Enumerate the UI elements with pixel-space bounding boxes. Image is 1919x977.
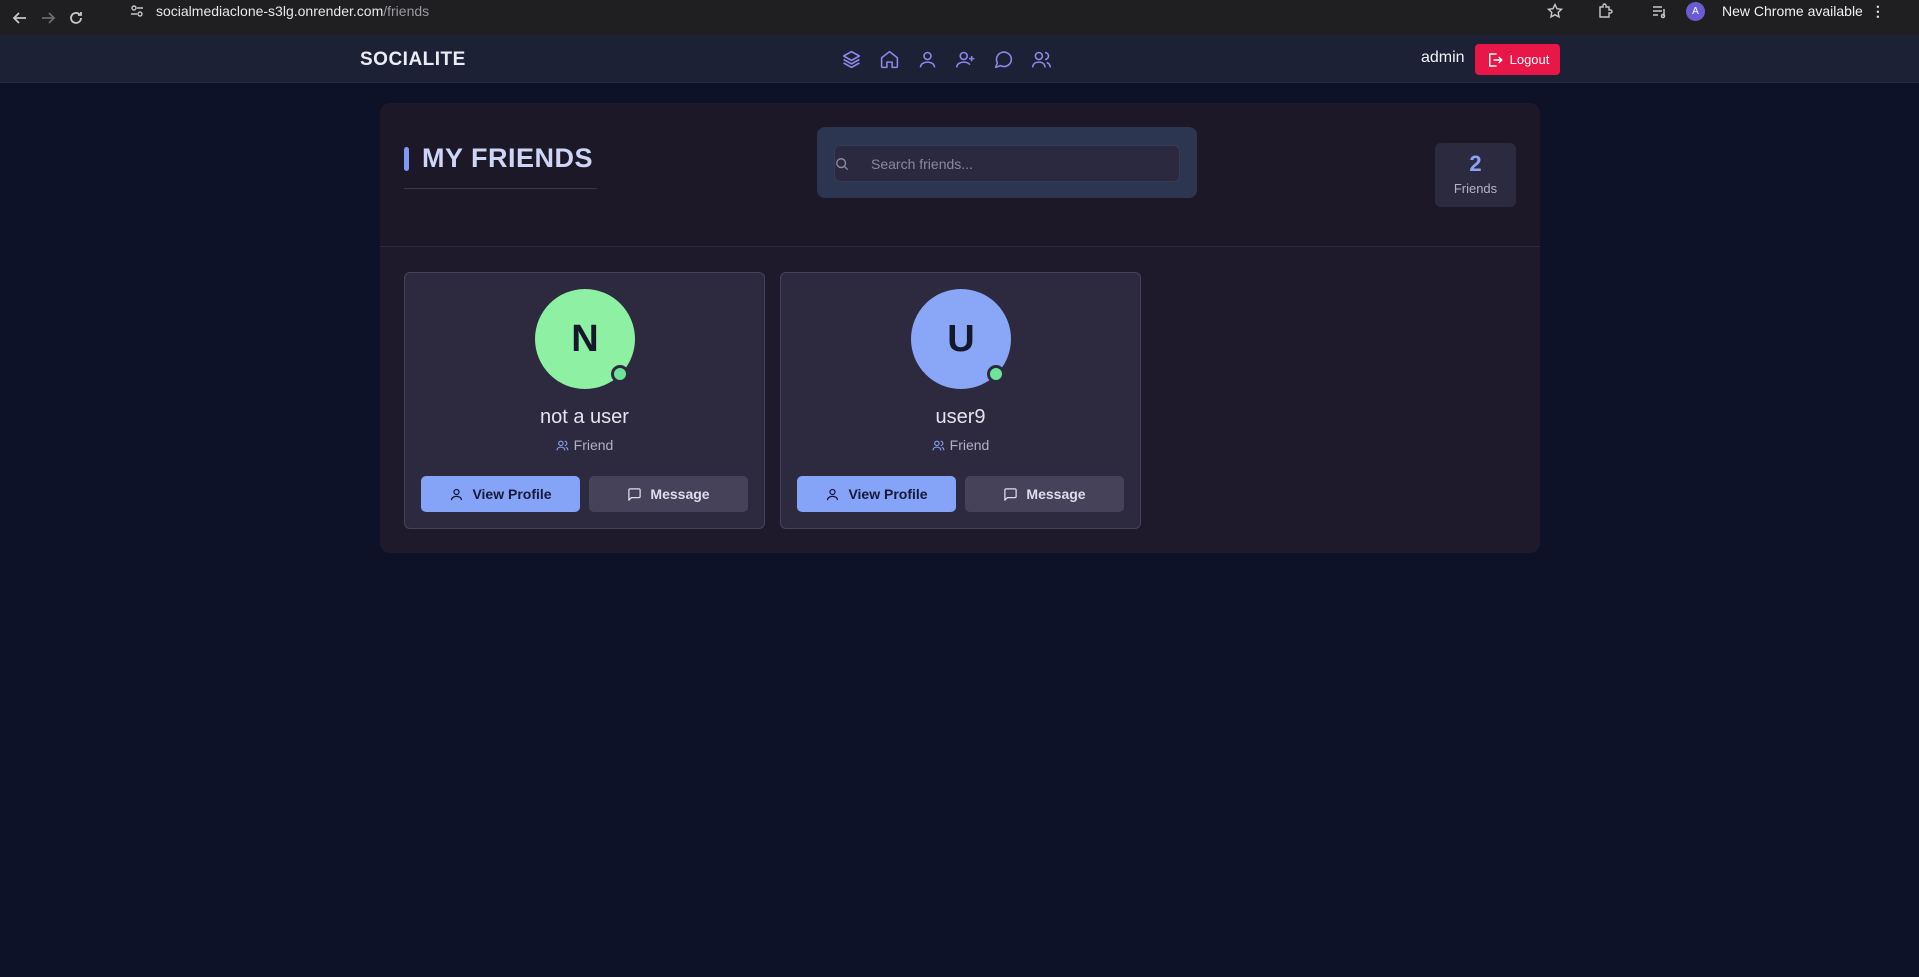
friend-name: user9 xyxy=(935,406,986,428)
more-menu-icon: ⋮ xyxy=(1870,2,1885,19)
message-icon[interactable] xyxy=(988,44,1018,74)
url-text[interactable]: socialmediaclone-s3lg.onrender.com/frien… xyxy=(156,3,429,19)
reload-icon[interactable] xyxy=(64,6,88,30)
layers-icon[interactable] xyxy=(836,44,866,74)
logout-button[interactable]: Logout xyxy=(1475,44,1560,75)
friend-card: U user9 Friend View Profile Message xyxy=(780,272,1141,529)
friend-count: 2 xyxy=(1469,151,1482,176)
forward-icon[interactable] xyxy=(36,6,60,30)
message-square-icon xyxy=(1004,487,1018,501)
friends-panel-header: MY FRIENDS 2 Friends xyxy=(380,103,1540,247)
update-chrome-button[interactable]: New Chrome available ⋮ xyxy=(1722,0,1885,22)
back-icon[interactable] xyxy=(8,6,32,30)
users-icon xyxy=(932,440,945,450)
bookmark-star-icon[interactable] xyxy=(1546,2,1564,20)
user-icon xyxy=(827,488,839,500)
friends-panel: MY FRIENDS 2 Friends N not a user Friend… xyxy=(380,103,1540,553)
search-icon xyxy=(836,158,849,171)
friend-card: N not a user Friend View Profile Message xyxy=(404,272,765,529)
user-plus-icon[interactable] xyxy=(950,44,980,74)
address-bar[interactable]: socialmediaclone-s3lg.onrender.com/frien… xyxy=(120,0,1580,22)
app-header: SOCIALITE admin Logout xyxy=(0,35,1919,83)
message-button[interactable]: Message xyxy=(965,476,1124,512)
search-field[interactable] xyxy=(834,145,1180,182)
users-icon[interactable] xyxy=(1026,44,1056,74)
user-icon xyxy=(451,488,463,500)
profile-avatar[interactable]: A xyxy=(1686,2,1705,21)
friend-count-badge: 2 Friends xyxy=(1435,143,1516,207)
media-control-icon[interactable] xyxy=(1650,2,1668,20)
message-square-icon xyxy=(628,487,642,501)
page-title-wrap: MY FRIENDS xyxy=(404,143,597,189)
view-profile-button[interactable]: View Profile xyxy=(421,476,580,512)
friend-count-label: Friends xyxy=(1453,181,1498,196)
title-accent-bar xyxy=(404,147,409,171)
friend-name: not a user xyxy=(540,406,629,428)
friend-tag: Friend xyxy=(781,437,1140,453)
main-nav xyxy=(836,44,1056,74)
search-container xyxy=(817,127,1197,198)
message-button[interactable]: Message xyxy=(589,476,748,512)
user-icon[interactable] xyxy=(912,44,942,74)
site-info-icon[interactable] xyxy=(130,4,144,18)
logout-icon xyxy=(1488,52,1503,67)
home-icon[interactable] xyxy=(874,44,904,74)
brand-logo[interactable]: SOCIALITE xyxy=(360,49,466,71)
current-username: admin xyxy=(1421,49,1465,66)
friend-tag: Friend xyxy=(405,437,764,453)
view-profile-button[interactable]: View Profile xyxy=(797,476,956,512)
page-title: MY FRIENDS xyxy=(422,143,594,173)
extensions-icon[interactable] xyxy=(1596,2,1614,20)
users-icon xyxy=(556,440,569,450)
browser-toolbar: socialmediaclone-s3lg.onrender.com/frien… xyxy=(0,0,1919,35)
search-input[interactable] xyxy=(871,154,1171,174)
online-status-dot xyxy=(987,365,1005,383)
online-status-dot xyxy=(611,365,629,383)
